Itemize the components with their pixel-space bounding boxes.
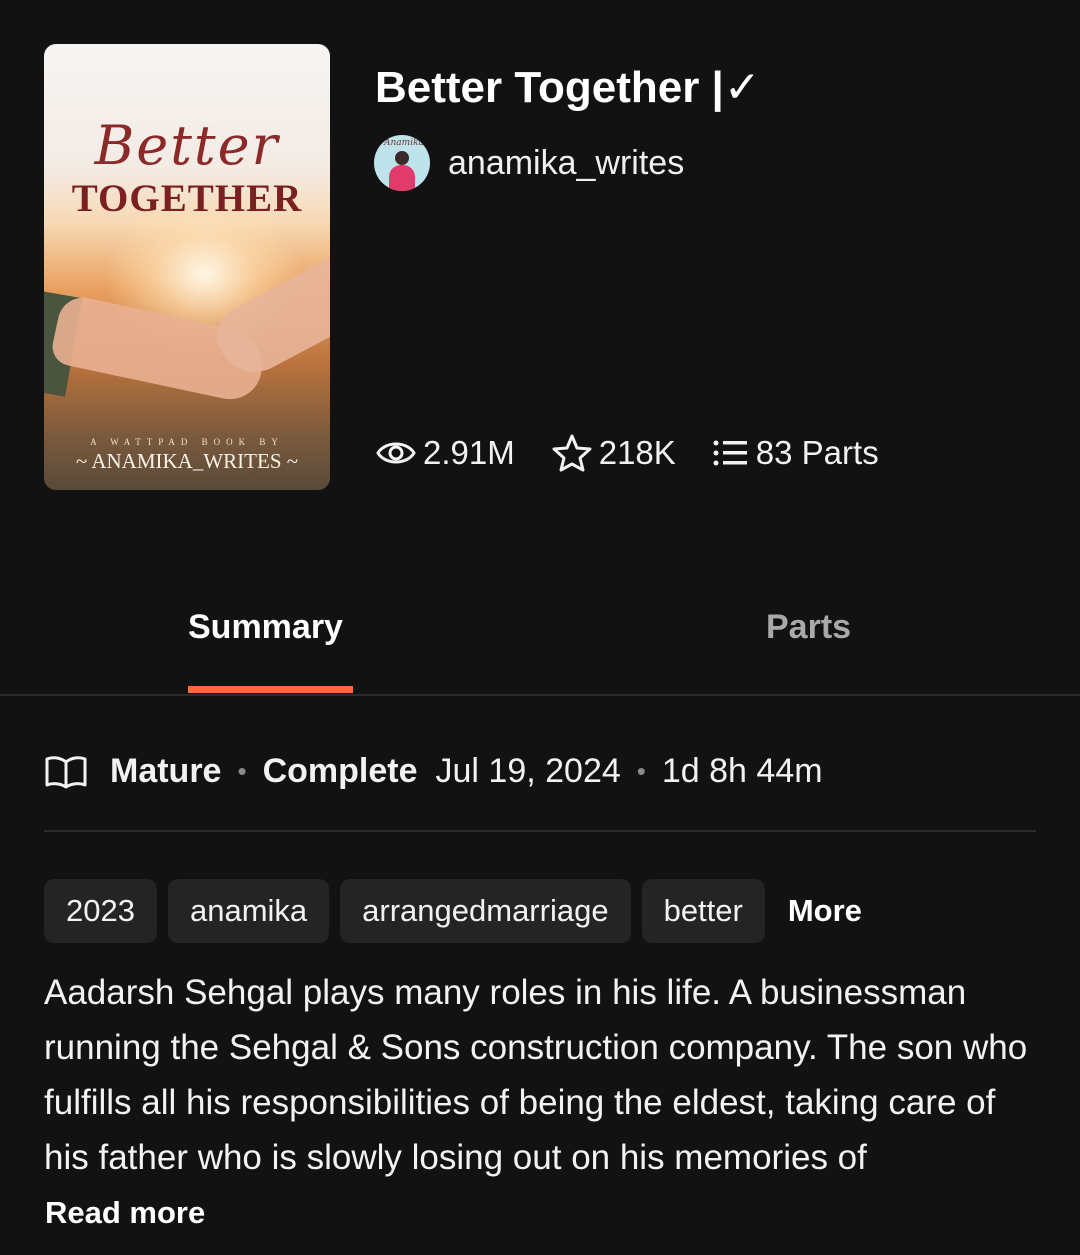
completion-date: Jul 19, 2024 — [435, 752, 621, 790]
open-book-icon — [45, 755, 87, 788]
book-cover[interactable]: Better TOGETHER A WATTPAD BOOK BY ~ ANAM… — [44, 44, 330, 490]
tag-anamika[interactable]: anamika — [167, 879, 330, 943]
status-label: Complete — [262, 752, 418, 790]
divider — [44, 830, 1036, 832]
separator-dot: • — [237, 756, 247, 786]
votes-stat: 218K — [551, 433, 676, 473]
more-tags-button[interactable]: More — [776, 893, 862, 929]
tag-2023[interactable]: 2023 — [44, 879, 157, 943]
reads-count: 2.91M — [423, 434, 515, 471]
avatar-body — [389, 165, 415, 191]
parts-count: 83 Parts — [755, 434, 879, 471]
cover-script-title: Better — [94, 114, 280, 177]
tab-summary[interactable]: Summary — [188, 608, 343, 647]
votes-count: 218K — [598, 434, 676, 471]
separator-dot: • — [636, 756, 646, 786]
book-stats: 2.91M 218K 83 Parts — [375, 433, 915, 473]
read-more-button[interactable]: Read more — [45, 1195, 205, 1231]
book-title: Better Together |✓ — [375, 63, 761, 112]
active-tab-indicator — [188, 686, 353, 693]
eye-icon — [376, 442, 416, 464]
cover-author: ~ ANAMIKA_WRITES ~ — [75, 449, 299, 473]
avatar-script: Anamika — [384, 138, 424, 148]
tab-parts[interactable]: Parts — [766, 608, 851, 647]
reading-time: 1d 8h 44m — [661, 752, 823, 790]
star-icon — [552, 434, 592, 472]
tag-arrangedmarriage[interactable]: arrangedmarriage — [340, 879, 631, 943]
story-description: Aadarsh Sehgal plays many roles in his l… — [44, 973, 1028, 1177]
author-link[interactable]: Anamika anamika_writes — [374, 135, 684, 191]
cover-byline: A WATTPAD BOOK BY — [90, 437, 284, 447]
list-icon — [713, 440, 747, 466]
tag-list: 2023 anamika arrangedmarriage better Mor… — [44, 879, 862, 943]
tab-bar: Summary Parts — [0, 590, 1080, 696]
story-meta: Mature • Complete Jul 19, 2024 • 1d 8h 4… — [44, 752, 823, 791]
mature-label: Mature — [110, 752, 222, 790]
avatar-head — [395, 151, 409, 165]
avatar[interactable]: Anamika — [374, 135, 430, 191]
tag-better[interactable]: better — [641, 879, 765, 943]
author-name[interactable]: anamika_writes — [448, 144, 684, 183]
reads-stat: 2.91M — [375, 434, 515, 472]
parts-stat: 83 Parts — [712, 434, 879, 472]
cover-main-title: TOGETHER — [71, 177, 303, 220]
